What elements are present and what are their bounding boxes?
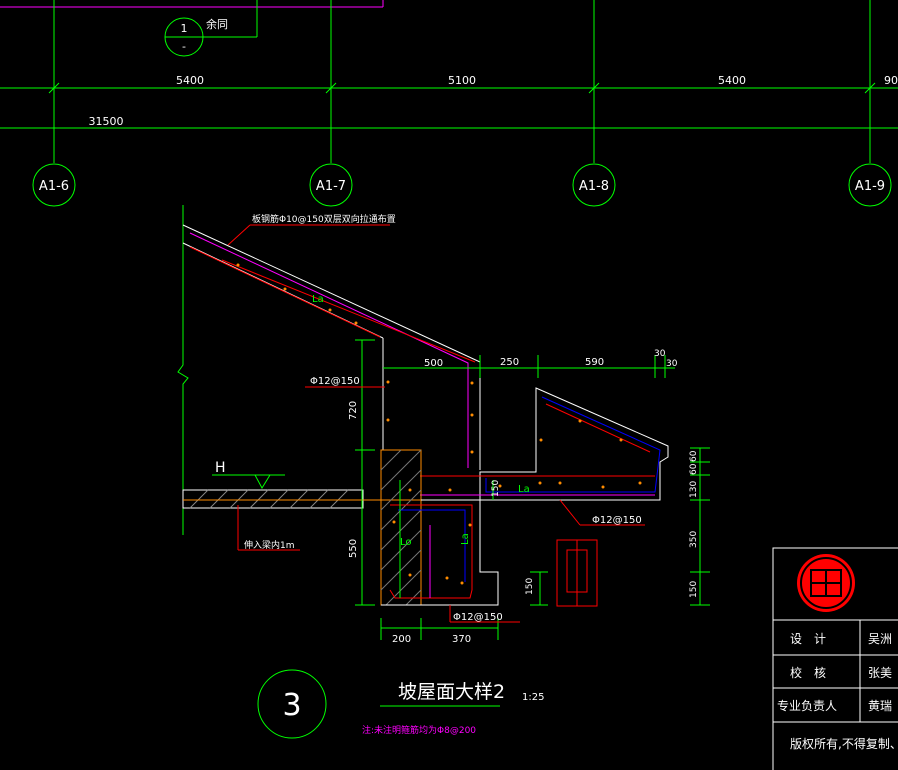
dim-30-b: 30: [666, 359, 678, 369]
phi12-right: Φ12@150: [592, 515, 642, 526]
dim-150-right: 150: [689, 581, 699, 598]
title-row-3-label: 专业负责人: [777, 698, 837, 713]
axis-bubble-a1-6: A1-6: [32, 163, 76, 207]
dim-500: 500: [424, 358, 443, 369]
dim-130: 130: [689, 481, 699, 498]
elevation-mark: H: [212, 460, 285, 490]
dim-150-small: 150: [525, 578, 535, 595]
dim-5100: 5100: [448, 74, 476, 87]
la-label-4: La: [460, 533, 471, 545]
dim-90: 90: [884, 74, 898, 87]
svg-text:A1-6: A1-6: [39, 179, 69, 194]
cad-drawing: 1 - 余同 5400 5100 5400 90 31500 A1-6 A1-7…: [0, 0, 898, 770]
dim-150-mid: 150: [491, 480, 501, 497]
axis-bubble-a1-8: A1-8: [572, 163, 616, 207]
dim-370: 370: [452, 634, 471, 645]
dim-200: 200: [392, 634, 411, 645]
dim-total: 31500: [89, 115, 124, 128]
note-ref-label: 余同: [206, 17, 228, 31]
dimension-lines-top: [0, 82, 898, 129]
dim-5400-b: 5400: [718, 74, 746, 87]
rebar-roof-note: 板钢筋Φ10@150双层双向拉通布置: [252, 213, 396, 225]
anchor-note: 伸入梁内1m: [244, 539, 295, 551]
la-label-2: La: [518, 484, 530, 495]
dim-720: 720: [348, 401, 359, 420]
detail-callout: 3 坡屋面大样2 1:25 注:未注明箍筋均为Φ8@200: [257, 669, 544, 739]
dim-5400-a: 5400: [176, 74, 204, 87]
phi12-left: Φ12@150: [310, 376, 360, 387]
dim-550: 550: [348, 539, 359, 558]
company-seal-icon: [797, 554, 855, 612]
title-block: 设 计 吴洲 校 核 张美 专业负责人 黄瑞 版权所有,不得复制、套用: [772, 547, 898, 770]
dim-590: 590: [585, 357, 604, 368]
title-row-2-value: 张美: [868, 666, 892, 680]
la-label-3: Lo: [400, 537, 412, 548]
dim-250: 250: [500, 357, 519, 368]
title-row-3-value: 黄瑞: [868, 699, 892, 713]
detail-title: 坡屋面大样2: [398, 681, 505, 703]
axis-bubble-a1-9: A1-9: [848, 163, 892, 207]
dim-30-a: 30: [654, 349, 666, 359]
title-row-1-label: 设 计: [790, 632, 826, 646]
title-row-1-value: 吴洲: [868, 632, 892, 646]
dim-60-a: 60: [689, 450, 699, 462]
axis-bubble-a1-7: A1-7: [309, 163, 353, 207]
leader-lines: [227, 224, 645, 623]
detail-scale: 1:25: [522, 692, 544, 703]
detail-number: 3: [282, 688, 301, 723]
note-ref-bottom: -: [182, 40, 186, 53]
note-ref-top: 1: [181, 22, 188, 35]
title-footer: 版权所有,不得复制、套用: [790, 736, 898, 751]
h-label: H: [215, 460, 226, 476]
svg-text:A1-9: A1-9: [855, 179, 885, 194]
la-label-1: La: [312, 294, 324, 305]
note-ref: 1 - 余同: [164, 0, 258, 57]
detail-note: 注:未注明箍筋均为Φ8@200: [362, 724, 476, 736]
svg-text:A1-7: A1-7: [316, 179, 346, 194]
phi12-bottom: Φ12@150: [453, 612, 503, 623]
dim-60-b: 60: [689, 463, 699, 475]
dim-350: 350: [689, 531, 699, 548]
title-row-2-label: 校 核: [790, 665, 826, 680]
svg-text:A1-8: A1-8: [579, 179, 609, 194]
